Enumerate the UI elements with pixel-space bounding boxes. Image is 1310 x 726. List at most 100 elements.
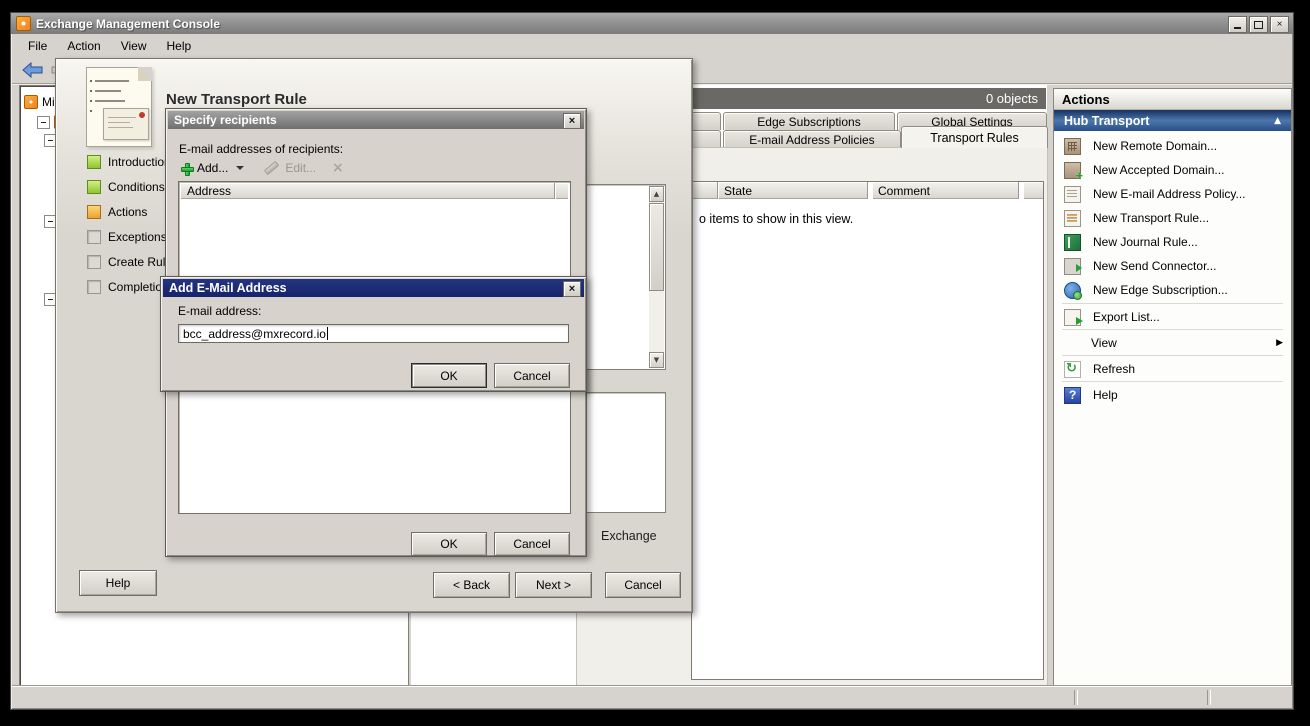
dialog-title-bar[interactable]: Add E-Mail Address [163,279,584,297]
exchange-logo-icon [16,16,31,31]
add-plus-icon [180,162,193,175]
title-bar[interactable]: Exchange Management Console × [11,13,1293,34]
wizard-step-exceptions[interactable]: Exceptions [87,230,167,244]
export-list-icon [1064,309,1081,326]
tab-stub[interactable] [689,112,721,130]
text-caret [327,327,328,340]
column-header-blank [1023,182,1043,199]
send-connector-icon [1064,258,1081,275]
actions-separator [1062,381,1283,382]
edit-pencil-icon [264,161,279,175]
tab-stub[interactable] [689,130,721,148]
menu-item-help[interactable]: Help [159,36,200,56]
restore-button[interactable] [1249,16,1268,33]
recipients-label: E-mail addresses of recipients: [179,142,343,156]
collapse-toggle-icon[interactable] [37,116,50,129]
menu-item-view[interactable]: View [113,36,155,56]
dialog-title: Add E-Mail Address [169,281,287,295]
wizard-step-create-rule[interactable]: Create Rule [87,255,172,269]
edit-recipient-button[interactable]: Edit... [264,161,316,175]
hub-transport-group-header[interactable]: Hub Transport ▲ [1054,110,1291,131]
remote-domain-icon [1064,138,1081,155]
column-header-comment[interactable]: Comment [872,182,1019,199]
step-pending-icon [87,255,101,269]
objects-count: 0 objects [986,91,1038,106]
action-help[interactable]: Help [1054,383,1291,407]
add-recipient-button[interactable]: Add... [180,161,254,175]
wizard-step-actions[interactable]: Actions [87,205,147,219]
action-new-email-address-policy[interactable]: New E-mail Address Policy... [1054,182,1291,206]
specify-ok-button[interactable]: OK [411,532,487,556]
scroll-down-button[interactable]: ▼ [649,352,664,368]
action-view[interactable]: View ▶ [1054,331,1291,355]
step-pending-icon [87,230,101,244]
action-new-remote-domain[interactable]: New Remote Domain... [1054,134,1291,158]
action-new-transport-rule[interactable]: New Transport Rule... [1054,206,1291,230]
add-cancel-button[interactable]: Cancel [494,363,570,388]
journal-rule-icon [1064,234,1081,251]
close-icon[interactable]: × [563,113,581,129]
menu-item-file[interactable]: File [20,36,55,56]
specify-cancel-button[interactable]: Cancel [494,532,570,556]
action-new-accepted-domain[interactable]: New Accepted Domain... [1054,158,1291,182]
dialog-title: Specify recipients [174,113,277,127]
window-title: Exchange Management Console [36,17,220,31]
close-button[interactable]: × [1270,16,1289,33]
wizard-step-conditions[interactable]: Conditions [87,180,165,194]
actions-pane: Actions Hub Transport ▲ New Remote Domai… [1053,88,1292,688]
column-header-stub[interactable] [692,182,718,199]
minimize-icon [1234,27,1241,29]
action-refresh[interactable]: Refresh [1054,357,1291,381]
minimize-button[interactable] [1228,16,1247,33]
wizard-next-button[interactable]: Next > [515,572,592,598]
step-pending-icon [87,280,101,294]
menu-item-action[interactable]: Action [59,36,108,56]
action-new-journal-rule[interactable]: New Journal Rule... [1054,230,1291,254]
help-icon [1064,387,1081,404]
email-address-input[interactable]: bcc_address@mxrecord.io [178,324,569,343]
step-current-icon [87,205,101,219]
wizard-step-completion[interactable]: Completion [87,280,169,294]
actions-separator [1062,355,1283,356]
email-address-value: bcc_address@mxrecord.io [183,327,326,341]
submenu-arrow-icon: ▶ [1276,338,1283,348]
wizard-help-button[interactable]: Help [79,570,157,596]
menu-bar: File Action View Help [12,34,1292,58]
actions-separator [1062,303,1283,304]
wizard-title: New Transport Rule [166,91,307,108]
wizard-back-button[interactable]: < Back [433,572,510,598]
restore-icon [1254,21,1263,29]
dropdown-arrow-icon[interactable] [236,166,244,170]
wizard-document-icon [86,67,152,147]
dialog-title-bar[interactable]: Specify recipients [168,111,584,129]
scroll-up-button[interactable]: ▲ [649,186,664,202]
close-icon[interactable]: × [563,281,581,297]
empty-view-message: o items to show in this view. [699,212,853,226]
address-column-blank [555,183,568,199]
step-done-icon [87,180,101,194]
action-new-send-connector[interactable]: New Send Connector... [1054,254,1291,278]
accepted-domain-icon [1064,162,1081,179]
tab-email-address-policies[interactable]: E-mail Address Policies [723,130,901,148]
refresh-icon [1064,361,1081,378]
action-export-list[interactable]: Export List... [1054,305,1291,329]
column-header-state[interactable]: State [718,182,868,199]
email-address-label: E-mail address: [178,304,261,318]
results-list: State Comment o items to show in this vi… [691,181,1044,680]
wizard-step-introduction[interactable]: Introduction [87,155,171,169]
wizard-cancel-button[interactable]: Cancel [605,572,681,598]
back-arrow-icon[interactable] [22,62,44,78]
collapse-chevron-icon[interactable]: ▲ [1274,116,1281,126]
transport-rule-icon [1064,210,1081,227]
address-column-header[interactable]: Address [180,183,555,199]
vertical-scrollbar[interactable]: ▲ ▼ [649,186,664,368]
action-new-edge-subscription[interactable]: New Edge Subscription... [1054,278,1291,302]
scroll-thumb[interactable] [649,203,664,291]
add-ok-button[interactable]: OK [411,363,487,388]
tab-edge-subscriptions[interactable]: Edge Subscriptions [723,112,895,130]
background-exchange-text: Exchange [601,529,657,543]
status-bar [12,686,1292,708]
delete-x-icon[interactable]: × [332,160,344,176]
tab-transport-rules[interactable]: Transport Rules [901,126,1048,148]
actions-pane-header: Actions [1054,89,1291,110]
